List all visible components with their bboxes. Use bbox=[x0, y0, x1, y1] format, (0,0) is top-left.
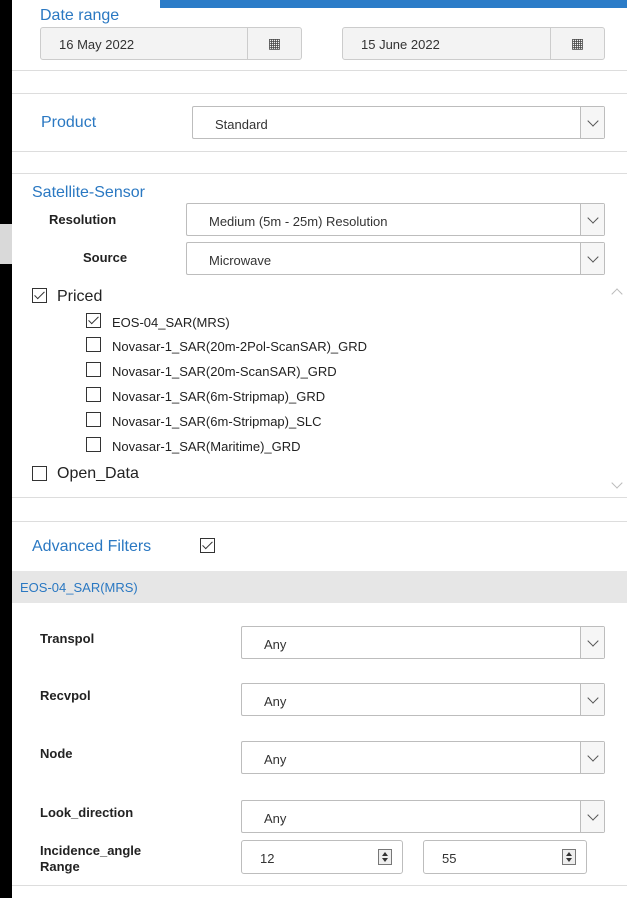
chevron-down-icon[interactable] bbox=[580, 801, 604, 832]
sensor-checkbox[interactable] bbox=[86, 412, 101, 427]
sensor-band: EOS-04_SAR(MRS) bbox=[12, 571, 627, 603]
advanced-filters-checkbox[interactable] bbox=[200, 538, 215, 553]
scroll-down-icon[interactable] bbox=[611, 477, 623, 489]
chevron-down-icon[interactable] bbox=[580, 204, 604, 235]
divider bbox=[12, 173, 627, 174]
divider bbox=[12, 521, 627, 522]
incidence-max-value: 55 bbox=[442, 851, 457, 866]
divider bbox=[12, 885, 627, 886]
chevron-down-icon[interactable] bbox=[580, 684, 604, 715]
satellite-sensor-title: Satellite-Sensor bbox=[32, 184, 145, 201]
sensor-checkbox[interactable] bbox=[86, 362, 101, 377]
sensor-label: Novasar-1_SAR(Maritime)_GRD bbox=[112, 439, 301, 454]
product-label: Product bbox=[41, 114, 97, 131]
look-direction-label: Look_direction bbox=[40, 805, 134, 820]
divider bbox=[12, 93, 627, 94]
sensor-list[interactable]: Priced EOS-04_SAR(MRS) Novasar-1_SAR(20m… bbox=[12, 282, 627, 498]
incidence-min-value: 12 bbox=[260, 851, 275, 866]
start-date-field[interactable]: 16 May 2022 ▦ bbox=[40, 27, 302, 60]
chevron-down-icon[interactable] bbox=[580, 243, 604, 274]
sensor-label: Novasar-1_SAR(6m-Stripmap)_SLC bbox=[112, 414, 322, 429]
resolution-value: Medium (5m - 25m) Resolution bbox=[209, 214, 388, 229]
divider bbox=[12, 70, 627, 71]
sensor-checkbox[interactable] bbox=[86, 337, 101, 352]
look-direction-select[interactable]: Any bbox=[241, 800, 605, 833]
source-value: Microwave bbox=[209, 253, 272, 268]
sensor-label: Novasar-1_SAR(6m-Stripmap)_GRD bbox=[112, 389, 326, 404]
chevron-down-icon[interactable] bbox=[580, 742, 604, 773]
chevron-down-icon[interactable] bbox=[580, 107, 604, 138]
recvpol-label: Recvpol bbox=[40, 688, 91, 703]
transpol-value: Any bbox=[264, 637, 287, 652]
filter-panel: Date range 16 May 2022 ▦ 15 June 2022 ▦ … bbox=[12, 0, 627, 898]
open-data-checkbox[interactable] bbox=[32, 466, 47, 481]
incidence-max-input[interactable]: 55 bbox=[423, 840, 587, 874]
sensor-checkbox[interactable] bbox=[86, 437, 101, 452]
end-date-value: 15 June 2022 bbox=[361, 37, 440, 52]
advanced-filters-title: Advanced Filters bbox=[32, 538, 152, 555]
top-accent-line bbox=[160, 0, 627, 8]
node-value: Any bbox=[264, 752, 287, 767]
left-edge-tab bbox=[0, 224, 12, 264]
calendar-icon[interactable]: ▦ bbox=[247, 28, 301, 59]
product-value: Standard bbox=[215, 117, 268, 132]
divider bbox=[12, 151, 627, 152]
recvpol-select[interactable]: Any bbox=[241, 683, 605, 716]
sensor-checkbox[interactable] bbox=[86, 387, 101, 402]
sensor-label: EOS-04_SAR(MRS) bbox=[112, 315, 230, 330]
node-select[interactable]: Any bbox=[241, 741, 605, 774]
spinner-icon[interactable] bbox=[562, 849, 576, 865]
source-select[interactable]: Microwave bbox=[186, 242, 605, 275]
resolution-label: Resolution bbox=[49, 212, 117, 227]
end-date-field[interactable]: 15 June 2022 ▦ bbox=[342, 27, 605, 60]
incidence-label-line2: Range bbox=[40, 859, 80, 874]
chevron-down-icon[interactable] bbox=[580, 627, 604, 658]
sensor-label: Novasar-1_SAR(20m-ScanSAR)_GRD bbox=[112, 364, 337, 379]
spinner-icon[interactable] bbox=[378, 849, 392, 865]
recvpol-value: Any bbox=[264, 694, 287, 709]
sensor-checkbox[interactable] bbox=[86, 313, 101, 328]
start-date-value: 16 May 2022 bbox=[59, 37, 135, 52]
incidence-min-input[interactable]: 12 bbox=[241, 840, 403, 874]
priced-label: Priced bbox=[57, 288, 103, 305]
product-select[interactable]: Standard bbox=[192, 106, 605, 139]
transpol-select[interactable]: Any bbox=[241, 626, 605, 659]
left-dark-edge bbox=[0, 0, 12, 898]
resolution-select[interactable]: Medium (5m - 25m) Resolution bbox=[186, 203, 605, 236]
source-label: Source bbox=[83, 250, 128, 265]
calendar-icon[interactable]: ▦ bbox=[550, 28, 604, 59]
incidence-label-line1: Incidence_angle bbox=[40, 843, 142, 858]
sensor-label: Novasar-1_SAR(20m-2Pol-ScanSAR)_GRD bbox=[112, 339, 368, 354]
priced-checkbox[interactable] bbox=[32, 288, 47, 303]
scroll-up-icon[interactable] bbox=[611, 288, 623, 300]
open-data-label: Open_Data bbox=[57, 465, 139, 482]
transpol-label: Transpol bbox=[40, 631, 95, 646]
incidence-angle-label: Incidence_angle Range bbox=[40, 843, 141, 875]
node-label: Node bbox=[40, 746, 73, 761]
date-range-title: Date range bbox=[40, 7, 120, 24]
sensor-band-label: EOS-04_SAR(MRS) bbox=[20, 580, 138, 595]
look-direction-value: Any bbox=[264, 811, 287, 826]
